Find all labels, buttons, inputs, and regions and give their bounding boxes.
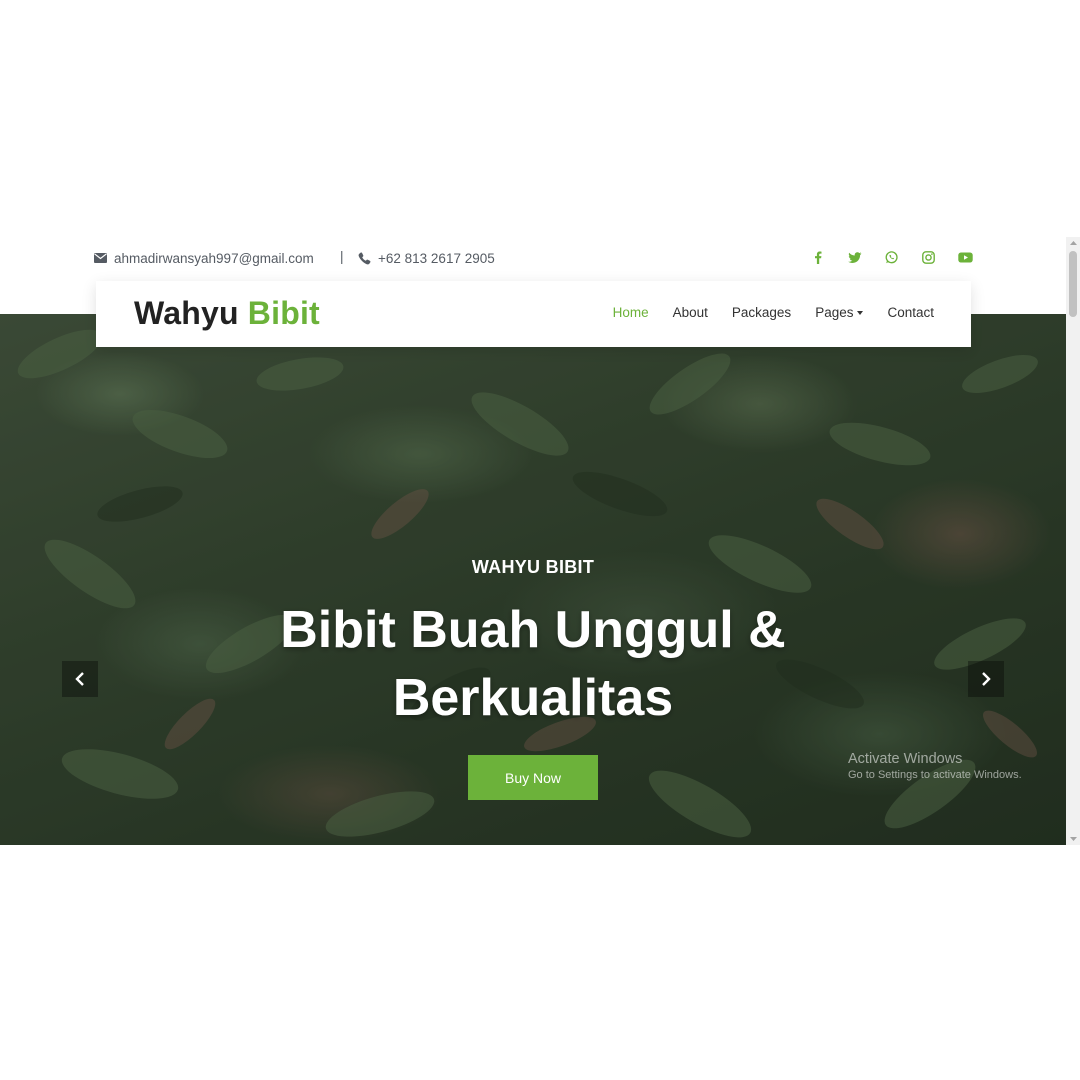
page-scrollbar[interactable] [1066,237,1080,845]
nav-item-packages[interactable]: Packages [732,305,791,320]
carousel-prev-button[interactable] [62,661,98,697]
nav-item-contact[interactable]: Contact [887,305,934,320]
chevron-left-icon [75,672,84,686]
chevron-right-icon [982,672,991,686]
browser-viewport: WAHYU BIBIT Bibit Buah Unggul & Berkuali… [0,237,1080,845]
main-navbar: Wahyu Bibit Home About Packages Pages Co… [96,281,971,347]
nav-menu: Home About Packages Pages Contact [613,305,934,320]
carousel-next-button[interactable] [968,661,1004,697]
brand-name-part-1: Wahyu [134,295,239,331]
caret-down-icon [857,311,864,316]
nav-item-about[interactable]: About [673,305,708,320]
scroll-up-arrow-icon[interactable] [1066,237,1080,249]
twitter-icon[interactable] [846,249,863,266]
youtube-icon[interactable] [957,249,974,266]
hero-subtitle: WAHYU BIBIT [471,557,595,577]
hero-carousel: WAHYU BIBIT Bibit Buah Unggul & Berkuali… [0,314,1066,845]
facebook-icon[interactable] [809,249,826,266]
nav-item-pages-label: Pages [815,305,854,320]
brand-name-part-2: Bibit [247,295,320,331]
email-contact[interactable]: ahmadirwansyah997@gmail.com [94,249,314,267]
hero-title: Bibit Buah Unggul & Berkualitas [0,596,1066,732]
nav-item-home[interactable]: Home [613,305,649,320]
buy-now-button[interactable]: Buy Now [468,755,598,800]
top-contact-bar: ahmadirwansyah997@gmail.com | +62 813 26… [0,237,1066,281]
contact-separator: | [340,249,344,264]
watermark-subtitle: Go to Settings to activate Windows. [848,769,1022,781]
whatsapp-icon[interactable] [883,249,900,266]
hero-title-line-1: Bibit Buah Unggul & [280,601,786,659]
phone-text: +62 813 2617 2905 [378,250,495,266]
activate-windows-watermark: Activate Windows Go to Settings to activ… [848,751,1022,781]
scroll-down-arrow-icon[interactable] [1066,833,1080,845]
envelope-icon [94,253,107,263]
watermark-title: Activate Windows [848,751,963,767]
instagram-icon[interactable] [920,249,937,266]
hero-title-line-2: Berkualitas [392,669,674,727]
email-text: ahmadirwansyah997@gmail.com [114,250,314,266]
scrollbar-thumb[interactable] [1069,251,1077,317]
brand-logo[interactable]: Wahyu Bibit [134,295,320,332]
social-links [809,249,974,266]
nav-item-pages-dropdown[interactable]: Pages [815,305,864,320]
phone-contact[interactable]: +62 813 2617 2905 [358,249,495,267]
phone-icon [358,252,371,264]
